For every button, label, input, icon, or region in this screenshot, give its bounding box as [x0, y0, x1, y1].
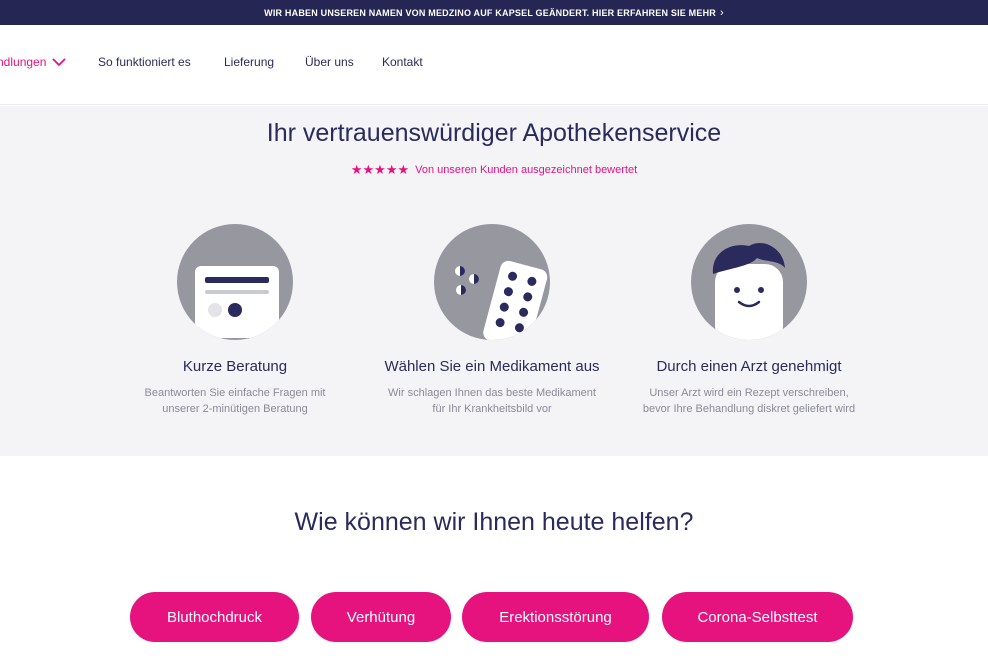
step-description-line: Wir schlagen Ihnen das beste Medikament — [388, 387, 596, 399]
category-button-erectile-dysfunction[interactable]: Erektionsstörung — [462, 592, 649, 642]
step-description: Wir schlagen Ihnen das beste Medikament … — [362, 385, 622, 417]
main-navigation: ndlungen So funktioniert es Lieferung Üb… — [0, 25, 988, 105]
step-title: Kurze Beratung — [182, 358, 288, 375]
step-description-line: für Ihr Krankheitsbild vor — [432, 403, 552, 415]
step-description-line: Beantworten Sie einfache Fragen mit — [144, 387, 326, 399]
chevron-right-icon: › — [719, 6, 724, 19]
step-description-line: unserer 2-minütigen Beratung — [162, 403, 308, 415]
banner-text: WIR HABEN UNSEREN NAMEN VON MEDZINO AUF … — [264, 7, 716, 18]
step-consultation: Kurze Beratung Beantworten Sie einfache … — [105, 224, 365, 417]
category-button-contraception[interactable]: Verhütung — [311, 592, 451, 642]
step-description: Beantworten Sie einfache Fragen mit unse… — [105, 385, 365, 417]
nav-item-contact[interactable]: Kontakt — [382, 55, 423, 69]
top-announcement-banner[interactable]: WIR HABEN UNSEREN NAMEN VON MEDZINO AUF … — [0, 0, 988, 25]
nav-item-delivery[interactable]: Lieferung — [224, 55, 274, 69]
nav-item-about-us[interactable]: Über uns — [305, 55, 354, 69]
step-description: Unser Arzt wird ein Rezept verschreiben,… — [619, 385, 879, 417]
step-title: Wählen Sie ein Medikament aus — [384, 358, 600, 375]
step-title: Durch einen Arzt genehmigt — [656, 358, 842, 375]
rating-row: ★★★★★ Von unseren Kunden ausgezeichnet b… — [0, 162, 988, 178]
nav-item-label: ndlungen — [0, 55, 47, 69]
step-description-line: Unser Arzt wird ein Rezept verschreiben, — [649, 387, 849, 399]
hero-section: Ihr vertrauenswürdiger Apothekenservice … — [0, 106, 988, 456]
nav-item-treatments[interactable]: ndlungen — [0, 55, 67, 69]
step-choose-medication: Wählen Sie ein Medikament aus Wir schlag… — [362, 224, 622, 417]
step-description-line: bevor Ihre Behandlung diskret geliefert … — [642, 403, 856, 415]
help-section-title: Wie können wir Ihnen heute helfen? — [294, 508, 694, 536]
step-doctor-approval: Durch einen Arzt genehmigt Unser Arzt wi… — [619, 224, 879, 417]
pill-pack-icon — [434, 224, 550, 340]
rating-stars-icon: ★★★★★ — [350, 162, 410, 177]
rating-text: Von unseren Kunden ausgezeichnet bewerte… — [415, 164, 638, 176]
consultation-card-icon — [177, 224, 293, 340]
category-button-covid-self-test[interactable]: Corona-Selbsttest — [662, 592, 853, 642]
category-button-blood-pressure[interactable]: Bluthochdruck — [130, 592, 299, 642]
nav-item-how-it-works[interactable]: So funktioniert es — [98, 55, 191, 69]
chevron-down-icon — [52, 57, 67, 66]
hero-title: Ihr vertrauenswürdiger Apothekenservice — [266, 119, 722, 147]
doctor-face-icon — [691, 224, 807, 340]
